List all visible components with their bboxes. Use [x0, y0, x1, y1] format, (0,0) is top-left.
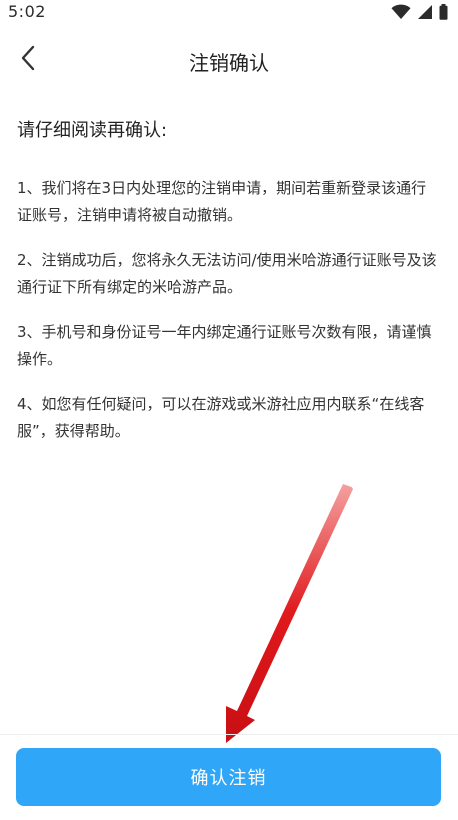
page-title: 注销确认 [189, 51, 269, 75]
status-time: 5:02 [8, 2, 46, 21]
footer-divider [0, 734, 458, 735]
notice-item-3: 3、手机号和身份证号一年内绑定通行证账号次数有限，请谨慎操作。 [17, 323, 432, 368]
notice-item-2: 2、注销成功后，您将永久无法访问/使用米哈游通行证账号及该通行证下所有绑定的米哈… [17, 251, 437, 296]
header: 注销确认 [0, 36, 458, 84]
battery-icon [439, 4, 448, 20]
notice-item-4: 4、如您有任何疑问，可以在游戏或米游社应用内联系“在线客服”，获得帮助。 [17, 395, 425, 440]
wifi-icon [391, 4, 411, 20]
status-bar: 5:02 [0, 0, 458, 24]
confirm-deactivation-button[interactable]: 确认注销 [16, 748, 441, 806]
notice-item-1: 1、我们将在3日内处理您的注销申请，期间若重新登录该通行证账号，注销申请将被自动… [17, 179, 427, 224]
status-icons [391, 4, 448, 20]
cellular-signal-icon [417, 4, 433, 20]
notice-content: 请仔细阅读再确认: 1、我们将在3日内处理您的注销申请，期间若重新登录该通行证账… [17, 118, 441, 463]
intro-heading: 请仔细阅读再确认: [17, 120, 168, 141]
